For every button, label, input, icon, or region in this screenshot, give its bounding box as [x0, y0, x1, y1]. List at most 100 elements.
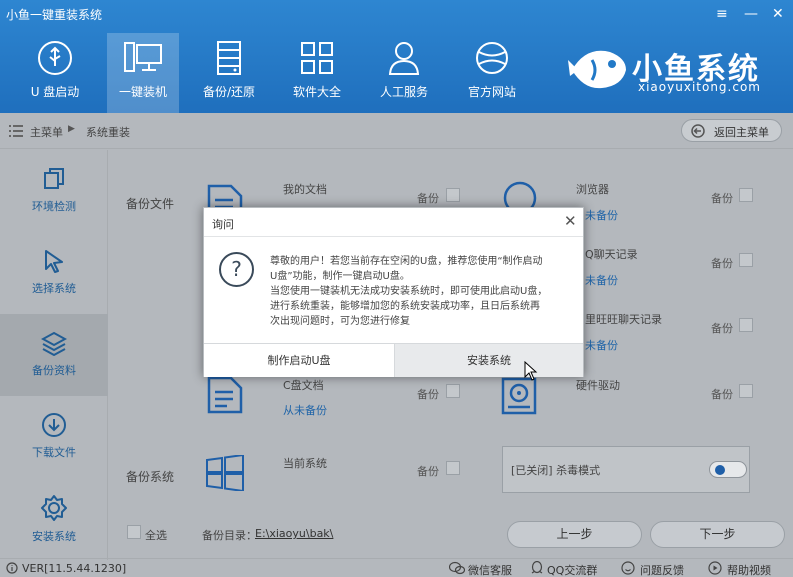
select-all-label: 全选: [145, 529, 167, 542]
menu-icon[interactable]: ≡: [716, 6, 728, 22]
back-to-menu-button[interactable]: 返回主菜单: [681, 119, 782, 142]
item-browser: 浏览器: [576, 183, 609, 196]
question-icon: ?: [219, 252, 254, 287]
antivirus-mode-label: [已关闭] 杀毒模式: [511, 464, 601, 477]
copy-icon: [44, 168, 64, 189]
status-c-drive-docs: 从未备份: [283, 404, 327, 417]
version-text: VER[11.5.44.1230]: [22, 562, 127, 575]
section-backup-files: 备份文件: [126, 197, 175, 211]
backup-checkbox-hardware-drivers[interactable]: [739, 384, 753, 398]
settings-icon: [41, 495, 67, 521]
download-icon: [42, 413, 66, 437]
backup-checkbox-browser[interactable]: [739, 188, 753, 202]
link-feedback[interactable]: 问题反馈: [640, 562, 684, 577]
link-help-video[interactable]: 帮助视频: [727, 562, 771, 577]
close-icon[interactable]: ✕: [564, 212, 577, 230]
qq-icon: [531, 561, 543, 574]
sidebar-item-install[interactable]: 安装系统: [0, 478, 108, 560]
server-icon: [217, 41, 241, 75]
sidebar: 环境检测 选择系统 备份资料 下载文件 安装系统: [0, 150, 108, 560]
dialog-message-line: U盘”功能，制作一键启动U盘。: [270, 271, 410, 282]
globe-icon: [476, 42, 508, 74]
back-button-label: 返回主菜单: [714, 126, 769, 139]
nav-backup-restore[interactable]: 备份/还原: [193, 33, 265, 113]
grid-icon: [301, 42, 333, 74]
breadcrumb-current: 系统重装: [86, 126, 130, 139]
backup-dir-link[interactable]: E:\xiaoyu\bak\: [255, 527, 333, 540]
backup-checkbox-my-documents[interactable]: [446, 188, 460, 202]
nav-website[interactable]: 官方网站: [456, 33, 528, 113]
sidebar-item-download[interactable]: 下载文件: [0, 396, 108, 478]
prev-step-button[interactable]: 上一步: [507, 521, 642, 548]
cursor-icon: [45, 250, 63, 273]
dialog-title: 询问: [212, 218, 234, 231]
status-browser: 未备份: [585, 209, 618, 222]
backup-checkbox-current-system[interactable]: [446, 461, 460, 475]
backup-label: 备份: [417, 388, 439, 401]
select-all-checkbox[interactable]: [127, 525, 141, 539]
app-window: 小鱼一键重装系统 ≡ — ✕ U 盘启动 一键装机 备份/还原 软件大全 人工服…: [0, 0, 793, 577]
nav-support[interactable]: 人工服务: [368, 33, 440, 113]
backup-label: 备份: [711, 388, 733, 401]
dialog-message-line: 次出现问题时，可为您进行修复: [270, 316, 410, 327]
toggle-knob: [715, 465, 725, 475]
link-qq-group[interactable]: QQ交流群: [547, 562, 597, 577]
play-icon: [708, 561, 722, 575]
close-icon[interactable]: ✕: [772, 6, 784, 22]
fish-logo-icon: [568, 50, 626, 89]
info-icon: [6, 562, 18, 574]
item-my-documents: 我的文档: [283, 183, 327, 196]
status-bar: VER[11.5.44.1230] 微信客服 QQ交流群 问题反馈 帮助视频: [0, 558, 793, 577]
dialog-message-line: 进行系统重装，能够增加您的系统安装成功率，且日后系统再: [270, 301, 540, 312]
nav-label: 备份/还原: [202, 85, 256, 99]
divider: [204, 236, 583, 237]
item-c-drive-docs: C盘文档: [283, 379, 324, 392]
confirm-dialog: 询问 ✕ ? 尊敬的用户！若您当前存在空闲的U盘，推荐您使用“制作启动 U盘”功…: [203, 207, 584, 377]
backup-label: 备份: [711, 257, 733, 270]
back-arrow-icon: [691, 124, 705, 138]
backup-checkbox-wangwang-chat[interactable]: [739, 318, 753, 332]
backup-checkbox-c-drive-docs[interactable]: [446, 384, 460, 398]
status-qq-chat: 未备份: [585, 274, 618, 287]
antivirus-toggle[interactable]: [709, 461, 747, 478]
make-usb-button[interactable]: 制作启动U盘: [204, 343, 394, 377]
backup-dir-label: 备份目录：: [202, 529, 257, 542]
section-backup-system: 备份系统: [126, 470, 175, 484]
item-current-system: 当前系统: [283, 457, 327, 470]
sidebar-item-select-system[interactable]: 选择系统: [0, 232, 108, 314]
chevron-right-icon: ▶: [68, 124, 75, 134]
sidebar-item-env-check[interactable]: 环境检测: [0, 150, 108, 232]
next-step-button[interactable]: 下一步: [650, 521, 785, 548]
nav-usb-boot[interactable]: U 盘启动: [19, 33, 91, 113]
brand-url: xiaoyuxitong.com: [638, 80, 761, 94]
item-qq-chat: Q聊天记录: [585, 248, 638, 261]
dialog-message-line: 当您使用一键装机无法成功安装系统时，即可使用此启动U盘，: [270, 286, 548, 297]
usb-icon: [38, 41, 72, 75]
minimize-icon[interactable]: —: [744, 6, 758, 22]
person-icon: [388, 42, 420, 75]
breadcrumb: 主菜单 ▶ 系统重装: [0, 113, 793, 149]
dialog-message-line: 尊敬的用户！若您当前存在空闲的U盘，推荐您使用“制作启动: [270, 256, 543, 267]
backup-checkbox-qq-chat[interactable]: [739, 253, 753, 267]
backup-label: 备份: [711, 192, 733, 205]
item-hardware-drivers: 硬件驱动: [576, 379, 620, 392]
sidebar-item-backup-data[interactable]: 备份资料: [0, 314, 108, 396]
nav-label: 官方网站: [467, 85, 516, 99]
breadcrumb-root[interactable]: 主菜单: [30, 124, 63, 140]
nav-label: 软件大全: [292, 85, 341, 99]
install-system-button[interactable]: 安装系统: [394, 343, 583, 377]
document-icon: [207, 376, 243, 414]
sidebar-label: 环境检测: [32, 200, 76, 213]
windows-icon: [206, 455, 244, 491]
feedback-icon: [621, 561, 635, 575]
link-wechat-support[interactable]: 微信客服: [468, 562, 512, 577]
sidebar-label: 安装系统: [32, 530, 76, 543]
nav-label: 一键装机: [118, 85, 167, 99]
sidebar-label: 备份资料: [32, 364, 76, 377]
backup-label: 备份: [711, 322, 733, 335]
nav-one-click-install[interactable]: 一键装机: [107, 33, 179, 113]
sidebar-label: 下载文件: [32, 446, 76, 459]
nav-label: 人工服务: [379, 85, 428, 99]
hard-drive-icon: [501, 377, 537, 415]
nav-software[interactable]: 软件大全: [281, 33, 353, 113]
